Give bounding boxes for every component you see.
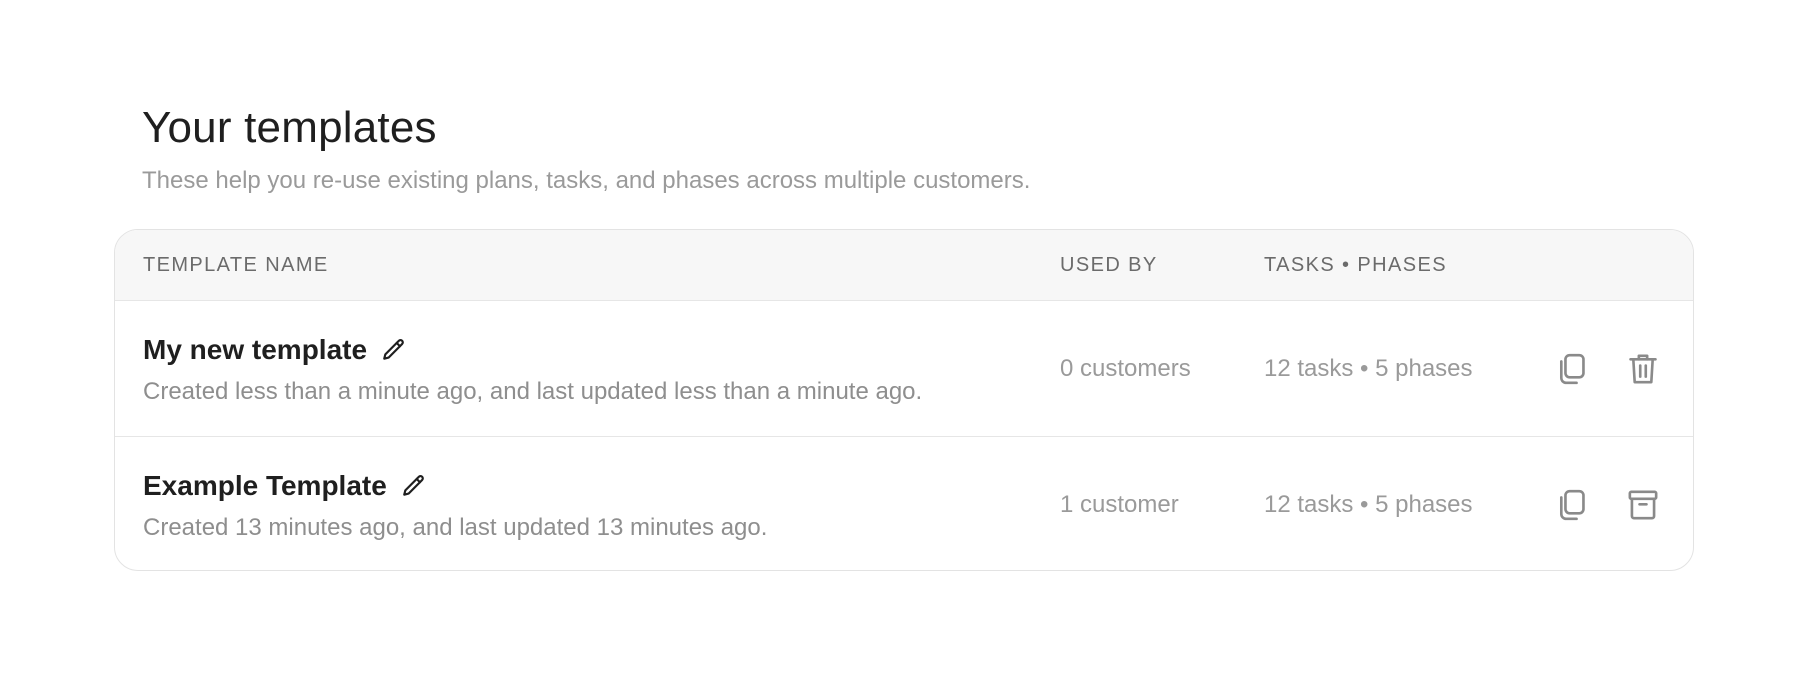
column-header-used-by: Used by: [1060, 254, 1158, 276]
pencil-icon[interactable]: [401, 473, 427, 499]
used-by-count: 0 customers: [1060, 355, 1191, 382]
template-description: Created 13 minutes ago, and last updated…: [143, 514, 768, 541]
templates-table: Template name Used by Tasks • Phases My …: [114, 229, 1694, 571]
page-header: Your templates These help you re-use exi…: [142, 100, 1030, 196]
trash-icon[interactable]: [1625, 351, 1661, 387]
column-header-template-name: Template name: [143, 254, 329, 276]
template-name[interactable]: Example Template: [143, 469, 387, 503]
row-actions: [1553, 437, 1661, 570]
page-subtitle: These help you re-use existing plans, ta…: [142, 167, 1031, 194]
copy-icon[interactable]: [1553, 487, 1589, 523]
archive-icon[interactable]: [1625, 487, 1661, 523]
tasks-phases-count: 12 tasks • 5 phases: [1264, 491, 1473, 518]
template-name[interactable]: My new template: [143, 333, 367, 367]
template-description: Created less than a minute ago, and last…: [143, 378, 923, 405]
tasks-phases-count: 12 tasks • 5 phases: [1264, 355, 1473, 382]
used-by-count: 1 customer: [1060, 491, 1179, 518]
row-actions: [1553, 301, 1661, 436]
row-title-wrap: My new template: [143, 333, 407, 367]
row-title-wrap: Example Template: [143, 469, 427, 503]
page-title: Your templates: [142, 103, 437, 152]
table-header: Template name Used by Tasks • Phases: [115, 230, 1693, 301]
table-row[interactable]: Example Template Created 13 minutes ago,…: [115, 436, 1693, 570]
pencil-icon[interactable]: [381, 337, 407, 363]
templates-page: Your templates These help you re-use exi…: [0, 0, 1800, 683]
table-row[interactable]: My new template Created less than a minu…: [115, 301, 1693, 436]
copy-icon[interactable]: [1553, 351, 1589, 387]
column-header-tasks-phases: Tasks • Phases: [1264, 254, 1447, 276]
